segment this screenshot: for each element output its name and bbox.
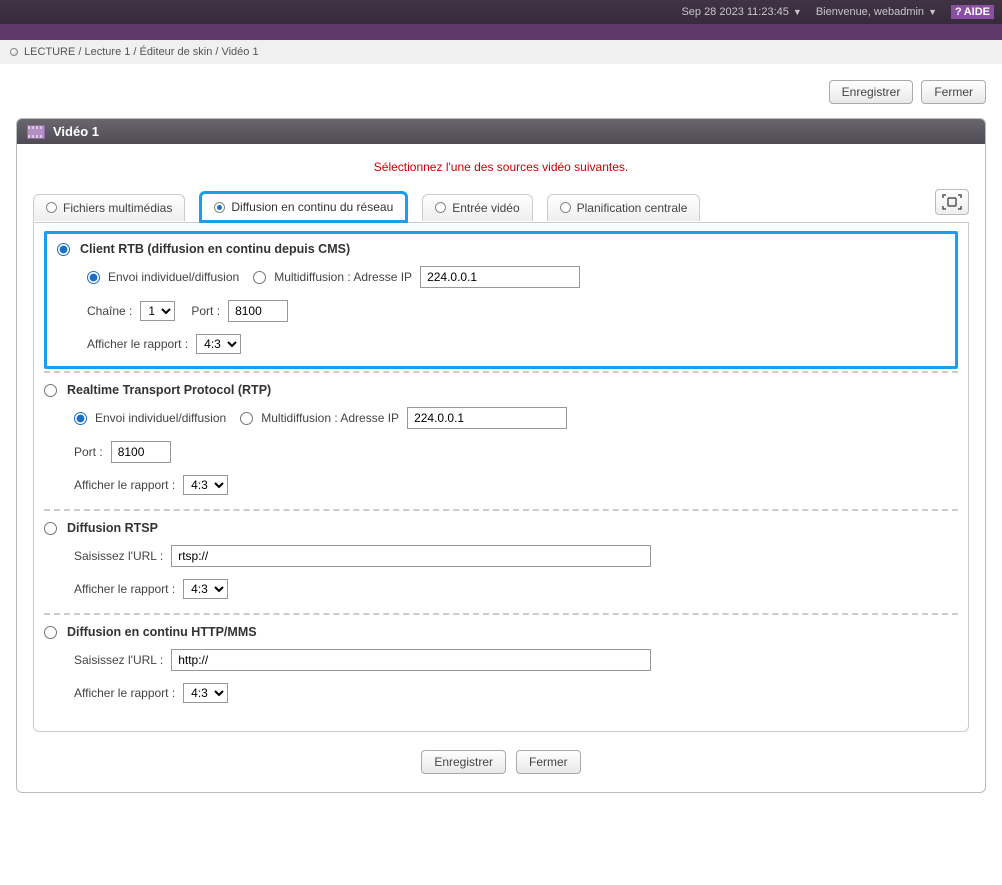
help-icon: ?: [955, 6, 962, 18]
port-label: Port :: [191, 304, 220, 318]
film-icon: [27, 125, 45, 139]
welcome-label[interactable]: Bienvenue, webadmin▼: [816, 6, 937, 18]
rtp-section: Realtime Transport Protocol (RTP) Envoi …: [44, 373, 958, 509]
tab-network-stream[interactable]: Diffusion en continu du réseau: [199, 191, 408, 223]
radio-icon: [214, 202, 225, 213]
breadcrumb: LECTURE / Lecture 1 / Éditeur de skin / …: [0, 40, 1002, 64]
http-url-input[interactable]: [171, 649, 651, 671]
tab-content: Client RTB (diffusion en continu depuis …: [33, 223, 969, 732]
close-button[interactable]: Fermer: [921, 80, 986, 104]
rtb-ip-input[interactable]: [420, 266, 580, 288]
rtp-radio[interactable]: [44, 384, 57, 397]
radio-icon: [46, 202, 57, 213]
port-label: Port :: [74, 445, 103, 459]
aspect-label: Afficher le rapport :: [74, 582, 175, 596]
panel-title: Vidéo 1: [53, 124, 99, 139]
aspect-label: Afficher le rapport :: [87, 337, 188, 351]
aspect-label: Afficher le rapport :: [74, 686, 175, 700]
multicast-label: Multidiffusion : Adresse IP: [261, 411, 399, 425]
rtb-title: Client RTB (diffusion en continu depuis …: [80, 242, 350, 256]
tab-central-schedule[interactable]: Planification centrale: [547, 194, 701, 221]
fullscreen-button[interactable]: [935, 189, 969, 215]
tab-row: Fichiers multimédias Diffusion en contin…: [33, 190, 969, 223]
http-section: Diffusion en continu HTTP/MMS Saisissez …: [44, 615, 958, 717]
video-panel: Vidéo 1 Sélectionnez l'une des sources v…: [16, 118, 986, 793]
rtb-port-input[interactable]: [228, 300, 288, 322]
aspect-label: Afficher le rapport :: [74, 478, 175, 492]
http-title: Diffusion en continu HTTP/MMS: [67, 625, 257, 639]
save-button-bottom[interactable]: Enregistrer: [421, 750, 506, 774]
multicast-label: Multidiffusion : Adresse IP: [274, 270, 412, 284]
rtsp-aspect-select[interactable]: 4:3: [183, 579, 228, 599]
channel-label: Chaîne :: [87, 304, 132, 318]
chevron-down-icon: ▼: [928, 7, 937, 17]
rtp-ip-input[interactable]: [407, 407, 567, 429]
rtb-channel-select[interactable]: 1: [140, 301, 175, 321]
datetime-label[interactable]: Sep 28 2023 11:23:45▼: [681, 6, 801, 18]
unicast-label: Envoi individuel/diffusion: [108, 270, 239, 284]
unicast-label: Envoi individuel/diffusion: [95, 411, 226, 425]
rtb-aspect-select[interactable]: 4:3: [196, 334, 241, 354]
tab-video-input[interactable]: Entrée vidéo: [422, 194, 532, 221]
rtp-multicast-radio[interactable]: [240, 412, 253, 425]
rtsp-radio[interactable]: [44, 522, 57, 535]
rtp-port-input[interactable]: [111, 441, 171, 463]
breadcrumb-icon: [10, 48, 18, 56]
save-button[interactable]: Enregistrer: [829, 80, 914, 104]
close-button-bottom[interactable]: Fermer: [516, 750, 581, 774]
instruction-text: Sélectionnez l'une des sources vidéo sui…: [33, 160, 969, 174]
fullscreen-icon: [942, 194, 962, 210]
rtb-highlight: Client RTB (diffusion en continu depuis …: [44, 231, 958, 369]
http-radio[interactable]: [44, 626, 57, 639]
rtp-aspect-select[interactable]: 4:3: [183, 475, 228, 495]
chevron-down-icon: ▼: [793, 7, 802, 17]
help-button[interactable]: ?AIDE: [951, 5, 994, 19]
radio-icon: [435, 202, 446, 213]
rtsp-section: Diffusion RTSP Saisissez l'URL : Affiche…: [44, 511, 958, 613]
panel-header: Vidéo 1: [17, 119, 985, 144]
url-label: Saisissez l'URL :: [74, 653, 163, 667]
rtb-multicast-radio[interactable]: [253, 271, 266, 284]
http-aspect-select[interactable]: 4:3: [183, 683, 228, 703]
tab-media-files[interactable]: Fichiers multimédias: [33, 194, 185, 221]
rtp-title: Realtime Transport Protocol (RTP): [67, 383, 271, 397]
top-bar: Sep 28 2023 11:23:45▼ Bienvenue, webadmi…: [0, 0, 1002, 24]
rtsp-title: Diffusion RTSP: [67, 521, 158, 535]
rtb-unicast-radio[interactable]: [87, 271, 100, 284]
rtsp-url-input[interactable]: [171, 545, 651, 567]
url-label: Saisissez l'URL :: [74, 549, 163, 563]
rtb-radio[interactable]: [57, 243, 70, 256]
radio-icon: [560, 202, 571, 213]
rtp-unicast-radio[interactable]: [74, 412, 87, 425]
accent-bar: [0, 24, 1002, 40]
